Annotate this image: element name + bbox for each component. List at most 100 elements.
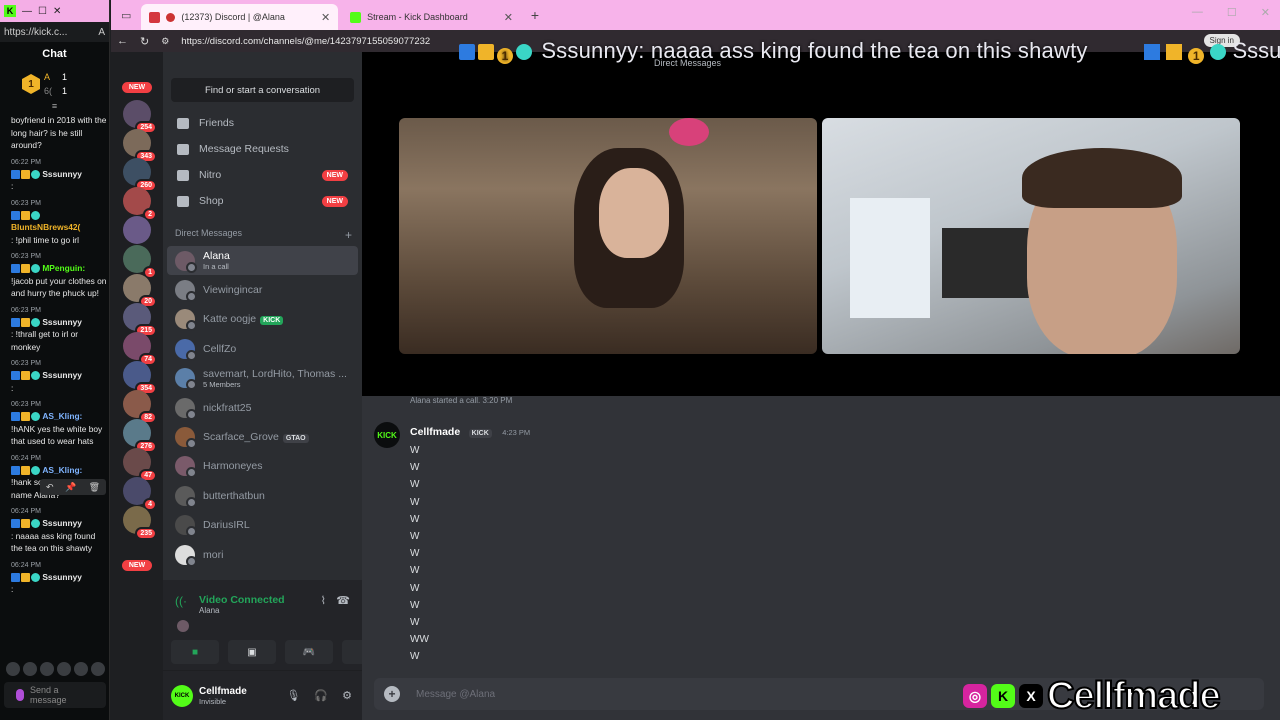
emote-icon[interactable]: [91, 662, 105, 676]
back-icon[interactable]: ←: [117, 35, 128, 47]
server-icon[interactable]: 215: [111, 303, 163, 337]
chat-username[interactable]: AS_Kling:: [42, 411, 82, 421]
noise-suppression-icon[interactable]: ⌇: [321, 594, 326, 607]
watermark-name: Cellfmade: [1046, 674, 1222, 718]
nav-item-message-requests[interactable]: Message Requests: [167, 136, 358, 162]
create-dm-icon[interactable]: +: [345, 228, 352, 242]
find-conversation-button[interactable]: Find or start a conversation: [171, 78, 354, 102]
camera-button[interactable]: ■: [171, 640, 219, 664]
dm-item[interactable]: Viewingincar: [167, 275, 358, 304]
server-icon[interactable]: [111, 216, 163, 244]
pin-icon[interactable]: 📌: [65, 482, 76, 493]
reply-icon[interactable]: ↶: [46, 482, 54, 493]
server-icon[interactable]: 354: [111, 361, 163, 395]
dm-item[interactable]: Scarface_Grove GTAO: [167, 422, 358, 451]
tab-close-icon[interactable]: ✕: [504, 11, 513, 24]
new-tab-icon[interactable]: +: [525, 7, 539, 23]
close-icon[interactable]: ✕: [53, 6, 61, 17]
voice-channel[interactable]: Alana: [163, 606, 362, 615]
chat-message[interactable]: 06:23 PM BluntsNBrews42(: !phil time to …: [11, 199, 108, 247]
server-icon[interactable]: 260: [111, 158, 163, 192]
chat-message[interactable]: 06:24 PM Sssunnyy:: [11, 561, 108, 596]
video-tile-alana[interactable]: [399, 118, 817, 354]
emote-icon[interactable]: [6, 662, 20, 676]
new-servers-badge[interactable]: NEW: [111, 82, 163, 93]
user-avatar[interactable]: KICK: [171, 684, 193, 707]
message-author[interactable]: Cellfmade: [410, 426, 460, 438]
dm-item[interactable]: Katte oogje KICK: [167, 305, 358, 334]
server-icon[interactable]: 20: [111, 274, 163, 308]
mic-icon[interactable]: [16, 689, 24, 701]
attach-plus-icon[interactable]: +: [384, 686, 400, 702]
dm-item[interactable]: butterthatbun: [167, 481, 358, 510]
maximize-icon[interactable]: ☐: [1227, 6, 1237, 19]
chat-username[interactable]: Sssunnyy: [42, 169, 82, 179]
dm-item[interactable]: savemart, LordHito, Thomas ... 5 Members: [167, 364, 358, 393]
server-icon[interactable]: 343: [111, 129, 163, 163]
mic-icon[interactable]: 🎙: [286, 689, 300, 702]
server-icon[interactable]: 235: [111, 506, 163, 540]
emote-icon[interactable]: [23, 662, 37, 676]
video-tile-cellfmade[interactable]: [822, 118, 1240, 354]
dm-item[interactable]: Alana In a call: [167, 246, 358, 276]
chat-window-urlbar[interactable]: https://kick.c... A: [0, 22, 109, 42]
chat-message[interactable]: 06:22 PM Sssunnyy:: [11, 158, 108, 193]
dm-item[interactable]: CellfZo: [167, 334, 358, 363]
site-info-icon[interactable]: ⚙: [161, 36, 169, 47]
server-icon[interactable]: 74: [111, 332, 163, 366]
dm-item[interactable]: Harmoneyes: [167, 452, 358, 481]
chat-username[interactable]: Sssunnyy: [42, 518, 82, 528]
chat-username[interactable]: Sssunnyy: [42, 317, 82, 327]
server-icon[interactable]: 276: [111, 419, 163, 453]
nav-item-friends[interactable]: Friends: [167, 110, 358, 136]
refresh-icon[interactable]: ↻: [140, 35, 149, 48]
chat-message[interactable]: 06:23 PM MPenguin: !jacob put your clothe…: [11, 252, 108, 300]
nav-item-shop[interactable]: Shop NEW: [167, 188, 358, 214]
server-icon[interactable]: 254: [111, 100, 163, 134]
emote-icon[interactable]: [57, 662, 71, 676]
chat-username[interactable]: AS_Kling:: [42, 465, 82, 475]
server-icon[interactable]: 1: [111, 245, 163, 279]
server-icon[interactable]: 2: [111, 187, 163, 221]
user-info[interactable]: Cellfmade Invisible: [199, 686, 247, 706]
chat-send-input[interactable]: Send a message: [4, 682, 106, 708]
new-servers-badge[interactable]: NEW: [111, 560, 163, 571]
settings-gear-icon[interactable]: ⚙: [342, 689, 352, 702]
chat-username[interactable]: Sssunnyy: [42, 572, 82, 582]
server-icon[interactable]: 47: [111, 448, 163, 482]
chat-username[interactable]: MPenguin:: [42, 263, 85, 273]
chat-message[interactable]: 06:23 PM Sssunnyy:: [11, 359, 108, 394]
nav-item-nitro[interactable]: Nitro NEW: [167, 162, 358, 188]
tab-kick-dashboard[interactable]: Stream - Kick Dashboard ✕: [342, 4, 521, 30]
dm-item[interactable]: mori: [167, 540, 358, 569]
maximize-icon[interactable]: ☐: [38, 6, 47, 17]
server-icon[interactable]: 4: [111, 477, 163, 511]
dm-item[interactable]: DariusIRL: [167, 511, 358, 540]
delete-icon[interactable]: 🗑: [89, 482, 100, 493]
close-icon[interactable]: ✕: [1261, 6, 1270, 19]
tab-close-icon[interactable]: ✕: [321, 11, 330, 24]
pinned-expand-handle[interactable]: ≡: [0, 102, 109, 111]
author-avatar[interactable]: KICK: [374, 422, 400, 448]
minimize-icon[interactable]: —: [22, 6, 32, 17]
emote-icon[interactable]: [40, 662, 54, 676]
chat-message[interactable]: 06:24 PM Sssunnyy: naaaa ass king found …: [11, 507, 108, 555]
chat-message[interactable]: 06:23 PM Sssunnyy: !thrall get to irl or…: [11, 306, 108, 354]
chat-username[interactable]: BluntsNBrews42(: [11, 222, 80, 232]
headphones-icon[interactable]: 🎧: [314, 689, 328, 702]
chat-message[interactable]: 06:23 PM AS_Kling: !hANK yes the white bo…: [11, 400, 108, 448]
disconnect-icon[interactable]: ☎: [336, 594, 350, 607]
minimize-icon[interactable]: —: [1192, 6, 1203, 19]
tab-discord[interactable]: (12373) Discord | @Alana ✕: [141, 4, 339, 30]
chat-username[interactable]: Sssunnyy: [42, 370, 82, 380]
reader-icon[interactable]: A: [98, 27, 105, 38]
chat-message[interactable]: boyfriend in 2018 with the long hair? is…: [11, 114, 108, 152]
chat-badges: [11, 465, 40, 475]
emote-icon[interactable]: [74, 662, 88, 676]
dm-item[interactable]: nickfratt25: [167, 393, 358, 422]
screen-share-button[interactable]: ▣: [228, 640, 276, 664]
server-icon[interactable]: 82: [111, 390, 163, 424]
tab-actions-icon[interactable]: ▭: [115, 9, 137, 22]
pinned-message[interactable]: 1 A 6( 1 1: [0, 66, 109, 102]
activity-button[interactable]: 🎮: [285, 640, 333, 664]
